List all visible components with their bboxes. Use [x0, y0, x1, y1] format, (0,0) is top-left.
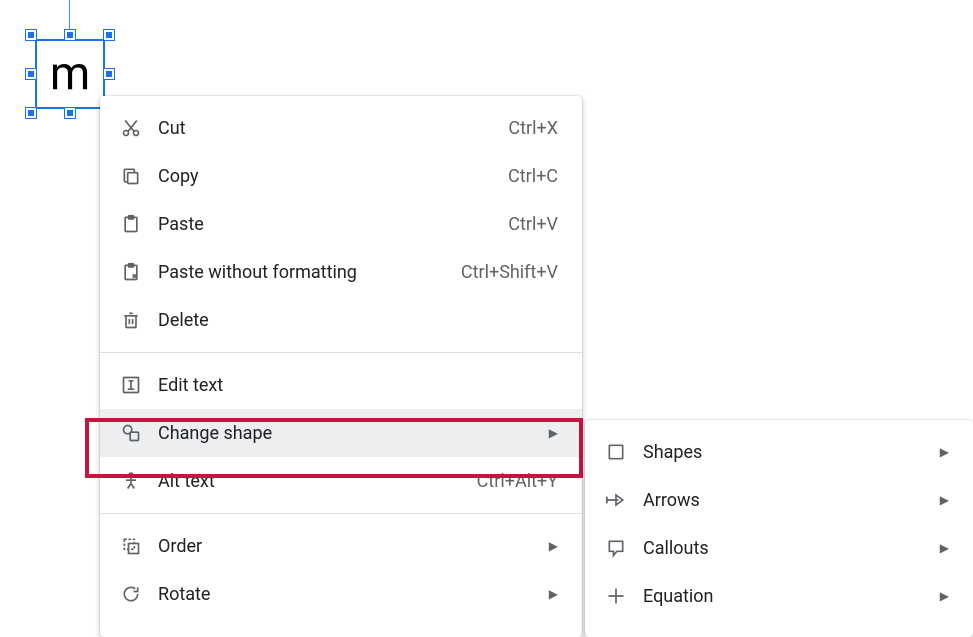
resize-handle-l[interactable]	[26, 69, 36, 79]
menu-label: Change shape	[158, 423, 272, 444]
submenu-item-shapes[interactable]: Shapes ▶	[585, 428, 973, 476]
submenu-arrow-icon: ▶	[940, 445, 949, 459]
edit-text-icon	[120, 374, 142, 396]
menu-item-delete[interactable]: Delete	[100, 296, 582, 344]
change-shape-submenu: Shapes ▶ Arrows ▶ Callouts ▶ Equ	[585, 420, 973, 637]
paste-plain-icon	[120, 261, 142, 283]
menu-label: Callouts	[643, 538, 709, 559]
order-icon	[120, 535, 142, 557]
rotation-guide	[69, 0, 70, 30]
shape-text: m	[50, 51, 90, 97]
resize-handle-tl[interactable]	[26, 30, 36, 40]
menu-item-edit-text[interactable]: Edit text	[100, 361, 582, 409]
equation-icon	[605, 585, 627, 607]
submenu-item-callouts[interactable]: Callouts ▶	[585, 524, 973, 572]
context-menu: Cut Ctrl+X Copy Ctrl+C Paste Ctrl+V	[100, 96, 582, 637]
change-shape-icon	[120, 422, 142, 444]
resize-handle-t[interactable]	[65, 30, 75, 40]
resize-handle-b[interactable]	[65, 108, 75, 118]
menu-item-cut[interactable]: Cut Ctrl+X	[100, 104, 582, 152]
alt-text-icon	[120, 470, 142, 492]
submenu-arrow-icon: ▶	[549, 426, 558, 440]
menu-item-paste[interactable]: Paste Ctrl+V	[100, 200, 582, 248]
menu-separator	[100, 513, 582, 514]
menu-label: Rotate	[158, 584, 210, 605]
shape-box[interactable]: m	[35, 39, 105, 109]
resize-handle-r[interactable]	[104, 69, 114, 79]
paste-icon	[120, 213, 142, 235]
menu-item-rotate[interactable]: Rotate ▶	[100, 570, 582, 618]
submenu-arrow-icon: ▶	[940, 589, 949, 603]
submenu-arrow-icon: ▶	[940, 493, 949, 507]
menu-item-alt-text[interactable]: Alt text Ctrl+Alt+Y	[100, 457, 582, 505]
menu-item-paste-without-formatting[interactable]: Paste without formatting Ctrl+Shift+V	[100, 248, 582, 296]
menu-label: Equation	[643, 586, 713, 607]
menu-item-order[interactable]: Order ▶	[100, 522, 582, 570]
callouts-icon	[605, 537, 627, 559]
menu-shortcut: Ctrl+X	[508, 118, 558, 139]
menu-shortcut: Ctrl+Alt+Y	[477, 471, 558, 492]
menu-label: Delete	[158, 310, 209, 331]
menu-label: Alt text	[158, 471, 215, 492]
menu-item-copy[interactable]: Copy Ctrl+C	[100, 152, 582, 200]
submenu-arrow-icon: ▶	[549, 539, 558, 553]
submenu-item-arrows[interactable]: Arrows ▶	[585, 476, 973, 524]
menu-label: Copy	[158, 166, 199, 187]
submenu-arrow-icon: ▶	[940, 541, 949, 555]
menu-label: Edit text	[158, 375, 223, 396]
shapes-icon	[605, 441, 627, 463]
menu-item-change-shape[interactable]: Change shape ▶	[100, 409, 582, 457]
menu-shortcut: Ctrl+C	[508, 166, 558, 187]
menu-label: Paste without formatting	[158, 262, 357, 283]
menu-label: Order	[158, 536, 202, 557]
menu-shortcut: Ctrl+Shift+V	[461, 262, 558, 283]
menu-label: Shapes	[643, 442, 702, 463]
menu-separator	[100, 352, 582, 353]
cut-icon	[120, 117, 142, 139]
resize-handle-bl[interactable]	[26, 108, 36, 118]
submenu-arrow-icon: ▶	[549, 587, 558, 601]
submenu-item-equation[interactable]: Equation ▶	[585, 572, 973, 620]
rotate-icon	[120, 583, 142, 605]
menu-label: Cut	[158, 118, 186, 139]
menu-shortcut: Ctrl+V	[508, 214, 558, 235]
delete-icon	[120, 309, 142, 331]
menu-label: Arrows	[643, 490, 700, 511]
copy-icon	[120, 165, 142, 187]
arrows-icon	[605, 489, 627, 511]
resize-handle-tr[interactable]	[104, 30, 114, 40]
menu-label: Paste	[158, 214, 204, 235]
